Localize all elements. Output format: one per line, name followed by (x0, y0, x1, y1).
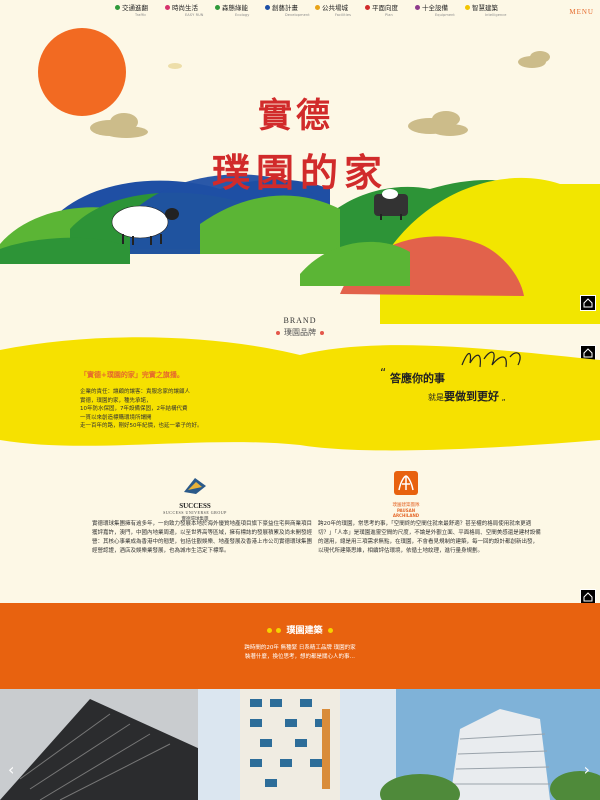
nav-item-sub: Plan (385, 13, 393, 17)
nav-item-label: 時尚生活 (172, 4, 198, 12)
nav-item-sub: EASY RUN (185, 13, 204, 17)
nav-item[interactable]: 創藝計畫 Development (265, 2, 315, 17)
building-photos (0, 689, 600, 800)
nav-item-label: 公共場城 (322, 4, 348, 12)
nav-item[interactable]: 智慧建築 Intelligence (465, 2, 515, 17)
brand-heading-zh: 璞園品牌 (250, 327, 350, 338)
nav-item-label: 智慧建築 (472, 4, 498, 12)
nav-item-sub: Development (285, 13, 310, 17)
nav-item-label: 平面向度 (372, 4, 398, 12)
nav-item-label: 創藝計畫 (272, 4, 298, 12)
nav-dot-icon (115, 4, 120, 10)
nav-dot-icon (465, 4, 470, 10)
cloud-icon (518, 51, 550, 68)
nav-item[interactable]: 公共場城 Facilities (315, 2, 365, 17)
brand-heading-en: BRAND (283, 316, 317, 325)
cloud-icon (408, 111, 468, 136)
nav-item-sub: Facilities (335, 13, 351, 17)
brand-motto: 答應你的事 就是要做到更好 „ (380, 370, 530, 404)
success-group-text: 實德環球集團擁有逾多年，一向致力發展本地於海外優質地產項目旗下豪益住宅與商業項目… (92, 521, 313, 554)
nav-item-label: 交通進翻 (122, 4, 148, 12)
nav-dot-icon (265, 4, 270, 10)
architecture-title: 璞園建築 (0, 623, 600, 636)
home-icon (583, 592, 593, 602)
brand-heading: BRAND 璞園品牌 (250, 316, 350, 338)
nav-list: 交通進翻 Traffic 時尚生活 EASY RUN 森態綠能 Ecology 創藝計畫 De… (115, 2, 515, 17)
home-icon (583, 298, 593, 308)
nav-item-sub: Traffic (135, 13, 147, 17)
success-logo-icon (184, 478, 206, 494)
pausan-text: 跨20年的璞園，常思考的事，「空間終的空間住就來最舒適？甚至權的格局使用就來更適… (318, 521, 541, 554)
nav-item[interactable]: 森態綠能 Ecology (215, 2, 265, 17)
cloud-icon (90, 113, 148, 138)
signature-image (461, 351, 521, 368)
nav-item-sub: Intelligence (485, 13, 507, 17)
menu-button[interactable]: MENU (569, 8, 594, 16)
brand-slogan: 「實德+璞園的家」完實之旗播。 企業的責任：讓顧的讓客：責服念家的讓顧人 實德，… (80, 370, 260, 431)
nav-dot-icon (365, 4, 370, 10)
sun-icon (38, 28, 126, 116)
motto-line2: 就是要做到更好 „ (428, 390, 506, 403)
hero-title-line1: 實德 (258, 96, 334, 136)
nav-item[interactable]: 十全設備 Equipment (415, 2, 465, 17)
prev-arrow-icon[interactable]: ‹ (8, 760, 14, 779)
cloud-icon (168, 63, 182, 69)
nav-dot-icon (415, 4, 420, 10)
nav-dot-icon (165, 4, 170, 10)
hero-illustration: 實德 璞園的家 (0, 24, 600, 324)
pausan-logo: 璞園建築團隊 PAUSAN ARCHILAND (376, 470, 436, 518)
nav-item[interactable]: 時尚生活 EASY RUN (165, 2, 215, 17)
hero-title-line2: 璞園的家 (212, 150, 389, 195)
nav-dot-icon (215, 4, 220, 10)
nav-item-label: 十全設備 (422, 4, 448, 12)
nav-item-sub: Ecology (235, 13, 250, 17)
pausan-logo-icon (394, 471, 418, 495)
nav-item[interactable]: 交通進翻 Traffic (115, 2, 165, 17)
nav-item[interactable]: 平面向度 Plan (365, 2, 415, 17)
architecture-text: 跨時間的20年 無種緊 日系精工品牌 璞園的家 裝著什麼，換位思考，想的都是關心… (244, 645, 356, 660)
top-nav: 交通進翻 Traffic 時尚生活 EASY RUN 森態綠能 Ecology 創藝計畫 De… (0, 0, 600, 24)
nav-item-sub: Equipment (435, 13, 455, 17)
next-arrow-icon[interactable]: › (584, 760, 590, 779)
success-group-logo: SUCCESS SUCCESS UNIVERSE GROUP 實德環球集團 (155, 476, 235, 522)
nav-dot-icon (315, 4, 320, 10)
slogan-title: 「實德+璞園的家」完實之旗播。 (80, 371, 184, 379)
slogan-body: 企業的責任：讓顧的讓客：責服念家的讓顧人 實德，璞園的家，種先承諾， 10年防水… (80, 389, 203, 429)
nav-item-label: 森態綠能 (222, 4, 248, 12)
home-button[interactable] (580, 295, 596, 311)
